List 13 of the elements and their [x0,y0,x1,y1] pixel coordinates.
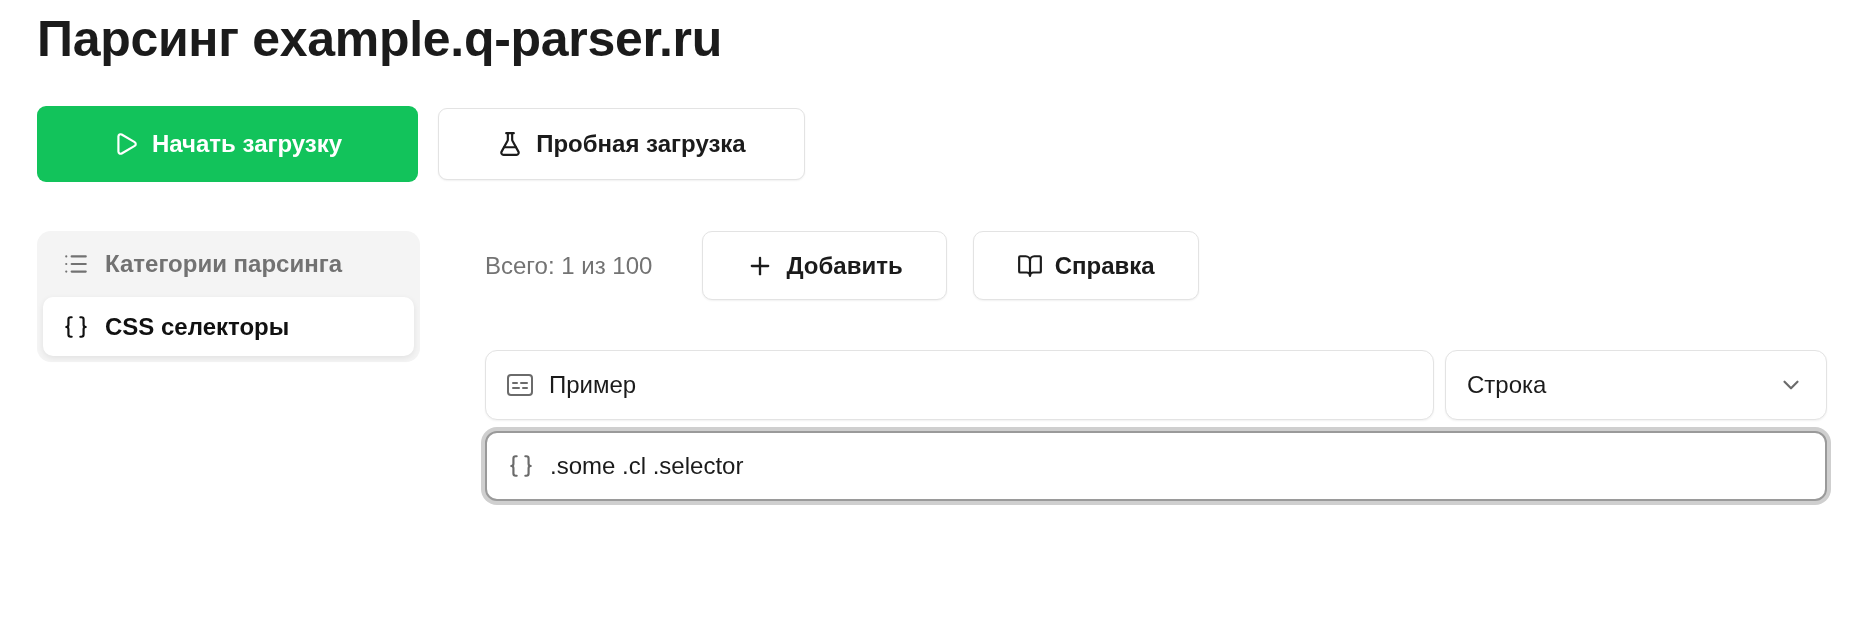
sidebar-title: Категории парсинга [105,250,342,278]
name-field[interactable]: Пример [485,350,1434,420]
book-icon [1016,252,1043,279]
sidebar-item[interactable]: CSS селекторы [43,297,414,356]
trial-button[interactable]: Пробная загрузка [438,108,805,180]
braces-icon [508,453,534,479]
help-button[interactable]: Справка [972,231,1199,300]
page-title: Парсинг example.q-parser.ru [37,10,722,68]
count-text: Всего: 1 из 100 [485,251,653,280]
type-select[interactable]: Строка [1445,350,1827,420]
card-icon [507,374,533,396]
braces-icon [63,313,89,340]
add-button[interactable]: Добавить [702,231,947,300]
